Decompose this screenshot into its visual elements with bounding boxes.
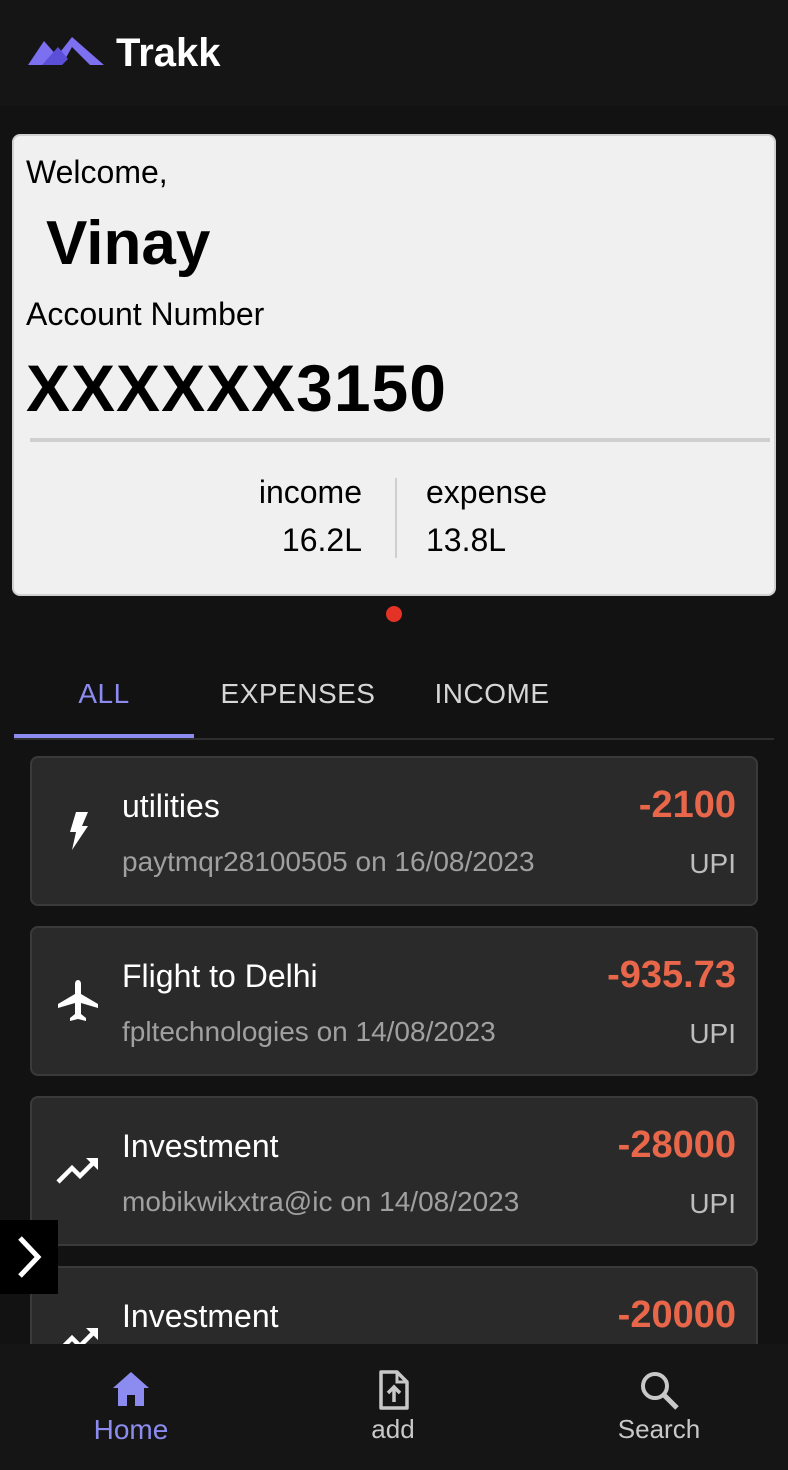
account-card[interactable]: Welcome, Vinay Account Number XXXXXX3150… — [12, 134, 776, 596]
drawer-open-button[interactable] — [0, 1220, 58, 1294]
tab-expenses[interactable]: EXPENSES — [208, 650, 388, 738]
transaction-title: Investment — [122, 1128, 279, 1164]
airplane-icon — [58, 980, 98, 1021]
expense-label: expense — [426, 474, 547, 510]
trending-up-icon — [62, 1328, 98, 1344]
tab-all[interactable]: ALL — [14, 650, 194, 738]
transaction-mode: UPI — [689, 1018, 736, 1049]
app-header: Trakk — [0, 0, 788, 106]
income-value: 16.2L — [281, 522, 362, 558]
transaction-amount: -20000 — [617, 1294, 736, 1336]
expense-value: 13.8L — [426, 522, 507, 558]
transaction-subtitle: mobikwikxtra@ic on 14/08/2023 — [122, 1186, 520, 1217]
nav-home-label: Home — [93, 1414, 169, 1445]
transaction-title: Investment — [122, 1298, 279, 1334]
transaction-subtitle: paytmqr28100505 on 16/08/2023 — [122, 846, 535, 877]
account-number: XXXXXX3150 — [26, 351, 447, 425]
transaction-mode: UPI — [689, 1188, 736, 1219]
app-root: Trakk Welcome, Vinay Account Number XXXX… — [0, 0, 788, 1470]
income-expense-summary: income 16.2L expense 13.8L — [14, 472, 774, 558]
trending-up-icon — [56, 1158, 98, 1184]
nav-add[interactable]: add — [262, 1344, 524, 1470]
transaction-card[interactable]: Flight to Delhi fpltechnologies on 14/08… — [30, 926, 758, 1076]
transaction-mode: UPI — [689, 848, 736, 879]
welcome-text: Welcome, — [26, 154, 168, 190]
transaction-subtitle: fpltechnologies on 14/08/2023 — [122, 1016, 496, 1047]
bottom-navigation: Home add Search — [0, 1344, 788, 1470]
account-number-label: Account Number — [26, 296, 265, 332]
transaction-filter-tabs: ALL EXPENSES INCOME — [14, 650, 774, 740]
app-title: Trakk — [116, 30, 221, 75]
transaction-amount: -28000 — [617, 1124, 736, 1166]
trakk-logo-icon — [28, 37, 104, 65]
transaction-amount: -2100 — [638, 784, 736, 826]
transaction-title: Flight to Delhi — [122, 958, 318, 994]
user-name: Vinay — [46, 209, 211, 278]
home-icon — [113, 1372, 149, 1406]
nav-add-label: add — [371, 1414, 415, 1444]
carousel-indicator-dot[interactable] — [386, 606, 402, 622]
income-label: income — [258, 474, 362, 510]
search-icon — [641, 1372, 679, 1410]
income-stat: income 16.2L — [259, 472, 362, 560]
nav-home[interactable]: Home — [0, 1344, 262, 1470]
card-divider — [30, 438, 770, 442]
transaction-card[interactable]: Investment mobikwikxtra@ic on 14/08/2023… — [30, 1096, 758, 1246]
transaction-title: utilities — [122, 788, 220, 824]
expense-stat: expense 13.8L — [426, 472, 547, 560]
nav-search-label: Search — [617, 1414, 701, 1444]
chevron-right-icon — [18, 1236, 42, 1278]
transaction-list[interactable]: utilities paytmqr28100505 on 16/08/2023 … — [30, 756, 758, 1344]
transaction-card[interactable]: utilities paytmqr28100505 on 16/08/2023 … — [30, 756, 758, 906]
tab-income[interactable]: INCOME — [402, 650, 582, 738]
stat-separator — [395, 478, 397, 558]
file-upload-icon — [379, 1370, 409, 1410]
transaction-card[interactable]: Investment -20000 — [30, 1266, 758, 1344]
lightning-icon — [70, 812, 88, 850]
nav-search[interactable]: Search — [528, 1344, 788, 1470]
transaction-amount: -935.73 — [607, 954, 736, 996]
active-tab-indicator — [14, 734, 194, 738]
